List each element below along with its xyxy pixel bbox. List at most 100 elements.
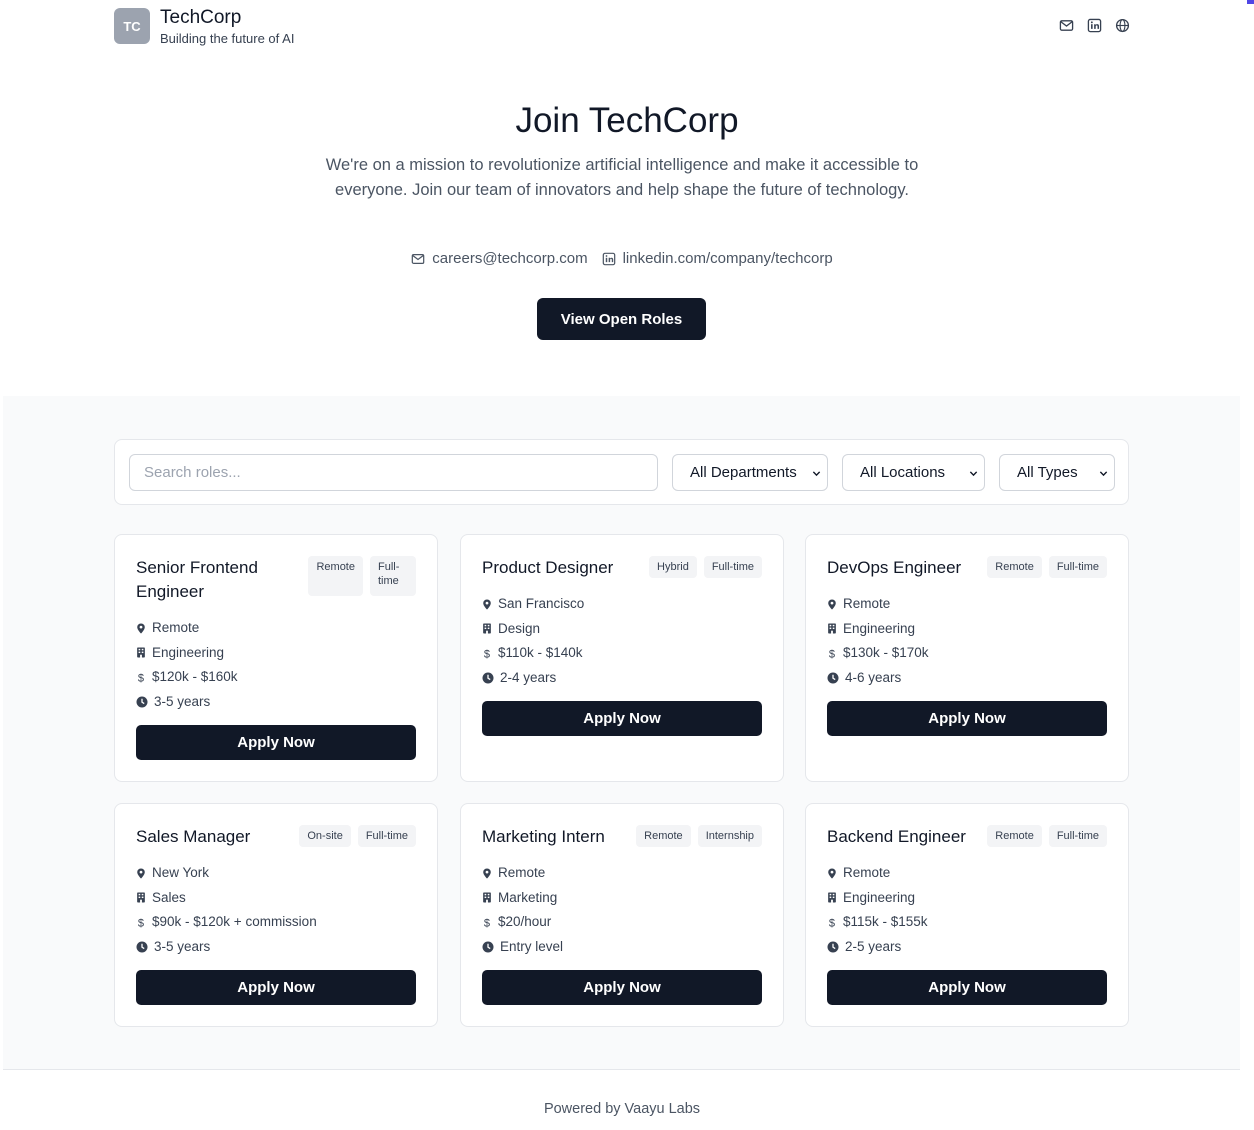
site-header: TC TechCorp Building the future of AI xyxy=(114,8,1130,48)
job-card: Product Designer Hybrid Full-time San Fr… xyxy=(460,534,784,782)
building-icon xyxy=(137,892,145,903)
job-tags: Remote Full-time xyxy=(987,556,1107,578)
header-social-links xyxy=(1059,18,1130,33)
job-salary-text: $20/hour xyxy=(498,914,552,929)
work-mode-tag: Remote xyxy=(308,556,363,596)
apply-now-button[interactable]: Apply Now xyxy=(482,970,762,1005)
job-card: DevOps Engineer Remote Full-time Remote … xyxy=(805,534,1129,782)
apply-now-button[interactable]: Apply Now xyxy=(136,725,416,760)
department-select[interactable]: All Departments xyxy=(672,454,828,491)
work-mode-tag: Hybrid xyxy=(649,556,697,578)
clock-icon xyxy=(482,941,494,952)
job-title: Senior Frontend Engineer xyxy=(136,558,258,601)
job-details: San Francisco Design $ $110k - $140k 2-4… xyxy=(482,595,584,687)
job-department-text: Engineering xyxy=(843,620,916,636)
job-details: Remote Engineering $ $120k - $160k 3-5 y… xyxy=(136,619,238,711)
job-details: Remote Marketing $ $20/hour Entry level xyxy=(482,864,563,956)
job-salary-text: $110k - $140k xyxy=(498,645,583,660)
svg-text:$: $ xyxy=(829,917,835,927)
job-experience-text: Entry level xyxy=(500,938,564,954)
job-location: San Francisco xyxy=(482,595,584,613)
job-experience-text: 2-5 years xyxy=(845,938,902,954)
map-pin-icon xyxy=(137,867,145,879)
company-tagline: Building the future of AI xyxy=(160,31,295,46)
apply-now-button[interactable]: Apply Now xyxy=(136,970,416,1005)
apply-now-button[interactable]: Apply Now xyxy=(827,970,1107,1005)
job-location-text: Remote xyxy=(152,620,200,635)
location-select-value: All Locations xyxy=(860,464,946,481)
type-select[interactable]: All Types xyxy=(999,454,1115,491)
job-salary-text: $120k - $160k xyxy=(152,669,238,684)
employment-type-tag: Internship xyxy=(697,825,762,847)
employment-type-tag: Full-time xyxy=(703,556,762,578)
job-department-text: Marketing xyxy=(498,889,558,905)
job-salary: $ $130k - $170k xyxy=(827,644,929,662)
job-location: New York xyxy=(136,864,317,882)
job-location-text: Remote xyxy=(843,865,891,880)
employment-type-tag: Full-time xyxy=(357,825,416,847)
linkedin-link[interactable]: linkedin.com/company/techcorp xyxy=(602,249,833,269)
job-location: Remote xyxy=(482,864,563,882)
globe-icon[interactable] xyxy=(1115,18,1130,33)
job-department: Engineering xyxy=(136,644,238,662)
job-location-text: New York xyxy=(152,865,210,880)
job-location: Remote xyxy=(136,619,238,637)
hero-description: We're on a mission to revolutionize arti… xyxy=(325,156,919,199)
careers-email-text: careers@techcorp.com xyxy=(432,250,588,267)
company-name: TechCorp xyxy=(160,7,242,28)
search-input[interactable] xyxy=(129,454,658,491)
job-card: Senior Frontend Engineer Remote Full-tim… xyxy=(114,534,438,782)
map-pin-icon xyxy=(828,598,836,610)
map-pin-icon xyxy=(828,867,836,879)
employment-type-tag: Full-time xyxy=(370,556,416,596)
job-experience: 3-5 years xyxy=(136,938,317,956)
job-details: New York Sales $ $90k - $120k + commissi… xyxy=(136,864,317,956)
job-location-text: San Francisco xyxy=(498,596,585,611)
job-salary-text: $115k - $155k xyxy=(843,914,928,929)
job-salary: $ $110k - $140k xyxy=(482,644,584,662)
job-salary: $ $90k - $120k + commission xyxy=(136,913,317,931)
apply-now-button[interactable]: Apply Now xyxy=(482,701,762,736)
job-department-text: Sales xyxy=(152,889,186,905)
map-pin-icon xyxy=(483,598,491,610)
job-card: Marketing Intern Remote Internship Remot… xyxy=(460,803,784,1027)
building-icon xyxy=(483,892,491,903)
job-title: Product Designer xyxy=(482,558,614,577)
linkedin-icon[interactable] xyxy=(1087,18,1102,33)
company-logo: TC xyxy=(114,8,150,44)
job-location-text: Remote xyxy=(843,596,891,611)
job-department-text: Engineering xyxy=(843,889,916,905)
job-card: Sales Manager On-site Full-time New York… xyxy=(114,803,438,1027)
job-department: Engineering xyxy=(827,620,929,638)
linkedin-icon xyxy=(602,252,615,266)
job-title: DevOps Engineer xyxy=(827,558,962,577)
job-department-text: Engineering xyxy=(152,644,225,660)
svg-text:$: $ xyxy=(138,917,144,927)
building-icon xyxy=(483,623,491,634)
filter-bar: All Departments All Locations All Types xyxy=(114,439,1129,505)
svg-text:$: $ xyxy=(138,672,144,682)
clock-icon xyxy=(136,696,148,707)
job-experience-text: 2-4 years xyxy=(500,669,557,685)
apply-now-button[interactable]: Apply Now xyxy=(827,701,1107,736)
type-select-value: All Types xyxy=(1017,464,1078,481)
job-experience: 4-6 years xyxy=(827,669,929,687)
corner-indicator xyxy=(1247,0,1254,4)
job-tags: Remote Full-time xyxy=(987,825,1107,847)
dollar-icon: $ xyxy=(484,648,490,658)
job-card: Backend Engineer Remote Full-time Remote… xyxy=(805,803,1129,1027)
chevron-down-icon xyxy=(1099,471,1108,477)
location-select[interactable]: All Locations xyxy=(842,454,985,491)
view-open-roles-button[interactable]: View Open Roles xyxy=(537,298,706,340)
job-tags: Remote Internship xyxy=(636,825,762,847)
footer-powered-by: Powered by Vaayu Labs xyxy=(543,1101,701,1117)
job-experience: 2-4 years xyxy=(482,669,584,687)
footer-divider xyxy=(3,1069,1240,1070)
dollar-icon: $ xyxy=(138,672,144,682)
job-tags: Remote Full-time xyxy=(308,556,416,596)
dollar-icon: $ xyxy=(138,917,144,927)
svg-text:$: $ xyxy=(484,917,490,927)
mail-icon[interactable] xyxy=(1059,18,1074,33)
careers-email-link[interactable]: careers@techcorp.com xyxy=(411,249,588,269)
clock-icon xyxy=(827,941,839,952)
